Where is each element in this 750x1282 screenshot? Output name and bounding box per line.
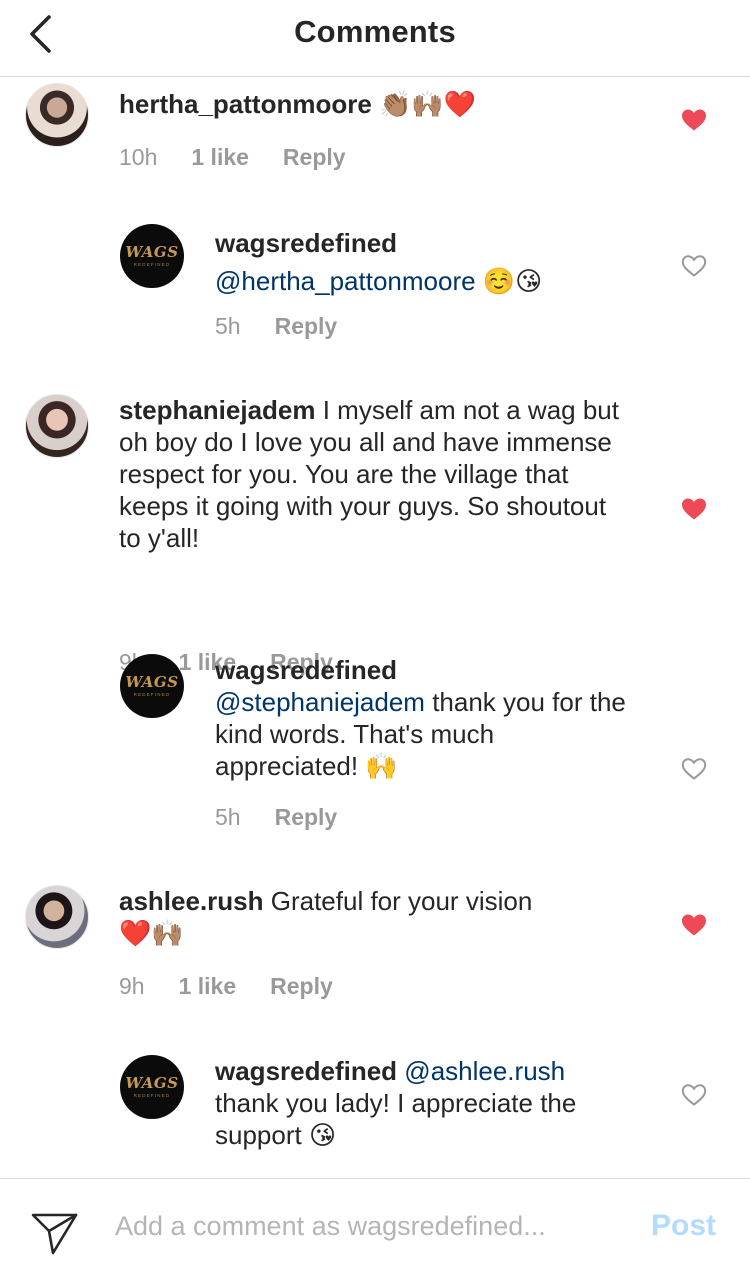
comment-body: wagsredefined @ashlee.rush thank you lad… (215, 1055, 635, 1152)
comment-username[interactable]: wagsredefined (215, 227, 635, 259)
brand-logo: WAGS (125, 1073, 179, 1092)
comment-username[interactable]: hertha_pattonmoore (119, 89, 372, 119)
comment-body: ashlee.rush Grateful for your vision ❤️🙌🏽 (119, 885, 599, 950)
avatar[interactable]: WAGS REDEFINED (120, 1055, 184, 1119)
heart-icon[interactable] (681, 108, 707, 132)
avatar[interactable] (25, 83, 89, 147)
comment-meta: 5h Reply (215, 804, 371, 831)
brand-logo: WAGS (125, 242, 179, 261)
heart-icon[interactable] (681, 254, 707, 278)
comment-body: hertha_pattonmoore 👏🏽🙌🏽❤️ (119, 88, 599, 121)
mention-link[interactable]: @ashlee.rush (404, 1056, 565, 1086)
heart-icon[interactable] (681, 497, 707, 521)
reply-button[interactable]: Reply (275, 313, 338, 339)
comment-input[interactable] (115, 1211, 625, 1242)
comment-emoji: ❤️🙌🏽 (119, 919, 184, 949)
heart-icon[interactable] (681, 913, 707, 937)
heart-icon[interactable] (681, 1083, 707, 1107)
reply-button[interactable]: Reply (275, 804, 338, 830)
header-bar: Comments (0, 0, 750, 77)
reply-button[interactable]: Reply (283, 144, 346, 170)
page-title: Comments (294, 14, 456, 49)
comment-username[interactable]: wagsredefined (215, 654, 635, 686)
comment-time: 10h (119, 144, 158, 170)
avatar[interactable]: WAGS REDEFINED (120, 654, 184, 718)
brand-subtitle: REDEFINED (133, 691, 171, 697)
avatar[interactable] (25, 885, 89, 949)
comment-body: wagsredefined @hertha_pattonmoore ☺️😘 (215, 227, 635, 298)
comment-body: wagsredefined @stephaniejadem thank you … (215, 654, 635, 783)
comment-meta: 10h 1 like Reply (119, 144, 380, 171)
comment-body: stephaniejadem I myself am not a wag but… (119, 394, 629, 554)
comment-username[interactable]: ashlee.rush (119, 886, 264, 916)
heart-icon[interactable] (681, 757, 707, 781)
comment-meta: 5h Reply (215, 313, 371, 340)
brand-subtitle: REDEFINED (133, 1092, 171, 1098)
brand-subtitle: REDEFINED (133, 261, 171, 267)
reply-button[interactable]: Reply (270, 973, 333, 999)
brand-logo: WAGS (125, 672, 179, 691)
comment-time: 9h (119, 973, 145, 999)
comment-text: thank you lady! I appreciate the support (215, 1088, 577, 1150)
mention-link[interactable]: @stephaniejadem (215, 687, 425, 717)
comment-emoji: 🙌 (365, 752, 398, 782)
comment-time: 5h (215, 313, 241, 339)
comment-likes[interactable]: 1 like (191, 144, 249, 170)
comment-username[interactable]: stephaniejadem (119, 395, 316, 425)
avatar[interactable] (25, 394, 89, 458)
comment-emoji: 😘 (308, 1121, 337, 1151)
mention-link[interactable]: @hertha_pattonmoore (215, 266, 476, 296)
comment-list[interactable]: hertha_pattonmoore 👏🏽🙌🏽❤️ 10h 1 like Reply… (0, 77, 750, 1178)
comment-text: Grateful for your vision (263, 886, 533, 916)
comment-meta: 9h 1 like Reply (119, 973, 367, 1000)
comment-time: 5h (215, 804, 241, 830)
comment-username[interactable]: wagsredefined (215, 1056, 397, 1086)
paper-plane-icon[interactable] (30, 1207, 80, 1257)
comment-text (372, 89, 379, 119)
avatar[interactable]: WAGS REDEFINED (120, 224, 184, 288)
post-button[interactable]: Post (651, 1209, 716, 1243)
comment-likes[interactable]: 1 like (179, 973, 237, 999)
comment-emoji: ☺️😘 (482, 267, 543, 297)
comment-emoji: 👏🏽🙌🏽❤️ (379, 90, 477, 120)
comment-composer: Post (0, 1178, 750, 1282)
